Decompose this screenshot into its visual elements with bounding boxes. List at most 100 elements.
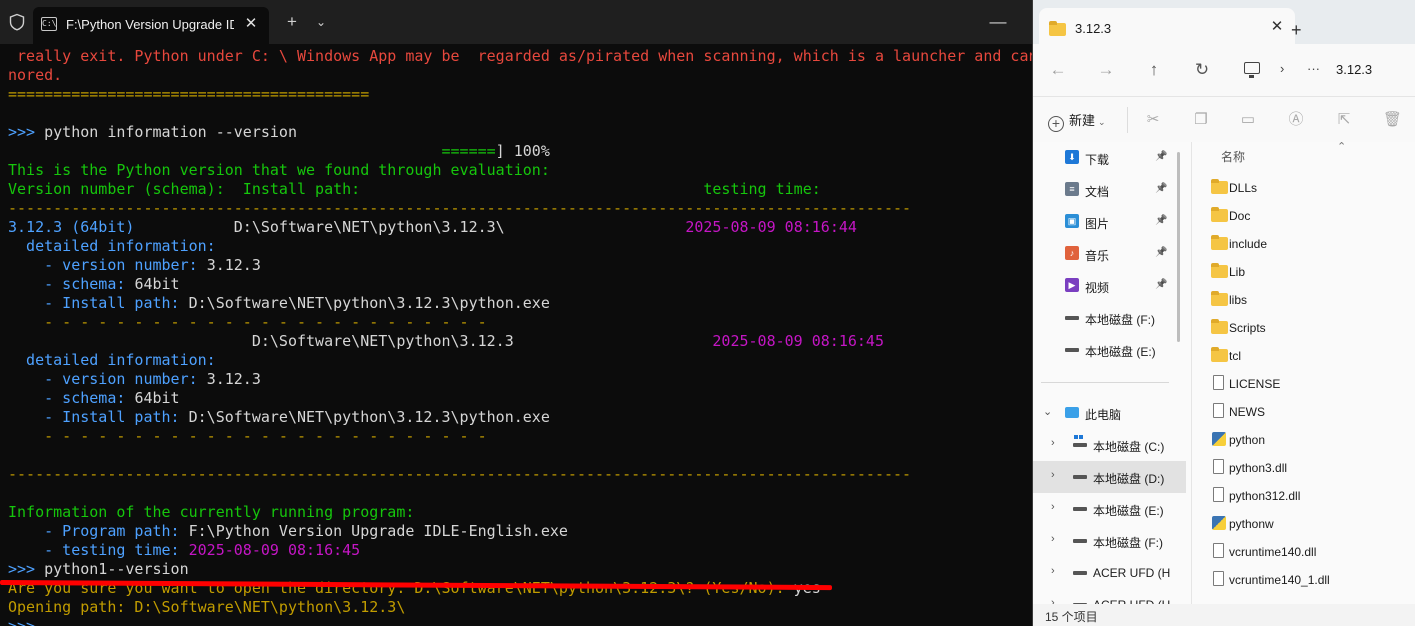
close-icon[interactable]: ✕ [241, 14, 261, 34]
pin-icon[interactable]: 📌 [1155, 247, 1167, 258]
file-name: DLLs [1229, 181, 1258, 195]
folder-item[interactable]: Doc [1211, 201, 1411, 229]
new-button[interactable]: + 新建 ⌄ [1048, 110, 1106, 132]
folder-item[interactable]: DLLs [1211, 173, 1411, 201]
terminal-text: - Program path: [8, 522, 189, 540]
quick-access-item[interactable]: ▣ 图片 📌 [1033, 206, 1186, 238]
file-name: Doc [1229, 209, 1251, 223]
forward-arrow-icon[interactable]: → [1095, 59, 1117, 81]
terminal-output[interactable]: really exit. Python under C: \ Windows A… [8, 47, 1032, 626]
tree-item[interactable]: › 本地磁盘 (F:) [1033, 525, 1186, 557]
terminal-line: ======================================== [8, 85, 1032, 104]
terminal-text: D:\Software\NET\python\3.12.3 [8, 332, 713, 350]
chevron-right-icon[interactable]: › [1280, 61, 1284, 76]
computer-icon[interactable] [1244, 62, 1260, 78]
new-tab-button[interactable]: + [282, 12, 302, 32]
quick-access-item[interactable]: ♪ 音乐 📌 [1033, 238, 1186, 270]
terminal-line: >>> python1--version [8, 560, 1032, 579]
tree-item[interactable]: › ACER UFD (H [1033, 557, 1186, 589]
column-header-name[interactable]: 名称 [1221, 148, 1245, 165]
file-name: Scripts [1229, 321, 1266, 335]
python-icon [1212, 516, 1226, 530]
delete-icon[interactable]: 🗑 [1383, 111, 1402, 129]
folder-icon [1211, 179, 1228, 194]
tree-item[interactable]: ⌄ 此电脑 [1033, 397, 1186, 429]
file-item[interactable]: vcruntime140_1.dll [1211, 565, 1411, 593]
share-icon[interactable]: ⇱ [1335, 111, 1353, 129]
status-bar: 15 个项目 [1033, 604, 1415, 626]
terminal-tab[interactable]: C:\ F:\Python Version Upgrade IDL ✕ [33, 7, 269, 44]
tree-item[interactable]: › 本地磁盘 (E:) [1033, 493, 1186, 525]
pictures-icon: ▣ [1065, 214, 1079, 228]
quick-access-item[interactable]: ⬇ 下载 📌 [1033, 142, 1186, 174]
pin-icon[interactable]: 📌 [1155, 215, 1167, 226]
chevron-right-icon[interactable]: › [1051, 501, 1055, 513]
chevron-down-icon[interactable]: ⌄ [1043, 405, 1052, 418]
file-item[interactable]: python3.dll [1211, 453, 1411, 481]
chevron-right-icon[interactable]: › [1051, 597, 1055, 604]
pin-icon[interactable]: 📌 [1155, 279, 1167, 290]
terminal-text: ======================================== [8, 85, 370, 103]
paste-icon[interactable]: ▭ [1239, 111, 1257, 129]
pin-icon[interactable]: 📌 [1155, 151, 1167, 162]
file-icon [1213, 375, 1224, 390]
folder-item[interactable]: Scripts [1211, 313, 1411, 341]
explorer-tab-title: 3.12.3 [1075, 21, 1112, 36]
cut-icon[interactable]: ✂ [1144, 111, 1162, 129]
quick-access-item[interactable]: 本地磁盘 (E:) [1033, 334, 1186, 366]
file-item[interactable]: python [1211, 425, 1411, 453]
folder-icon [1211, 319, 1228, 334]
back-arrow-icon[interactable]: ← [1047, 59, 1069, 81]
folder-item[interactable]: Lib [1211, 257, 1411, 285]
folder-item[interactable]: tcl [1211, 341, 1411, 369]
file-list[interactable]: ⌃ 名称 DLLs Doc include Lib libs Scripts tcl LICE… [1191, 142, 1415, 604]
terminal-text: 64bit [134, 389, 180, 407]
tree-item-label: 本地磁盘 (D:) [1093, 472, 1165, 486]
file-item[interactable]: NEWS [1211, 397, 1411, 425]
terminal-text: This is the Python version that we found… [8, 161, 550, 179]
pin-icon[interactable]: 📌 [1155, 183, 1167, 194]
terminal-text: D:\Software\NET\python\3.12.3\python.exe [188, 294, 550, 312]
terminal-line: - version number: 3.12.3 [8, 370, 1032, 389]
file-item[interactable]: LICENSE [1211, 369, 1411, 397]
file-name: include [1229, 237, 1268, 251]
file-name: Lib [1229, 265, 1246, 279]
address-path[interactable]: 3.12.3 [1336, 62, 1372, 77]
quick-access-item[interactable]: 本地磁盘 (F:) [1033, 302, 1186, 334]
terminal-text: >>> [8, 560, 45, 578]
up-arrow-icon[interactable]: ↑ [1143, 59, 1165, 81]
tree-item[interactable]: › 本地磁盘 (D:) [1033, 461, 1186, 493]
rename-icon[interactable]: Ⓐ [1287, 111, 1305, 129]
explorer-tab[interactable]: 3.12.3 ✕ [1039, 8, 1295, 44]
file-item[interactable]: python312.dll [1211, 481, 1411, 509]
terminal-text: - Install path: [8, 408, 189, 426]
chevron-right-icon[interactable]: › [1051, 533, 1055, 545]
new-tab-button[interactable]: + [1291, 20, 1302, 41]
terminal-line: Opening path: D:\Software\NET\python\3.1… [8, 598, 1032, 617]
terminal-text: Version number (schema): Install path: t… [8, 180, 821, 198]
refresh-icon[interactable]: ↻ [1191, 59, 1213, 81]
tree-item-label: ACER UFD (H [1093, 566, 1171, 580]
tree-item[interactable]: › 本地磁盘 (C:) [1033, 429, 1186, 461]
folder-item[interactable]: include [1211, 229, 1411, 257]
navigation-pane[interactable]: ⬇ 下载 📌 ≡ 文档 📌 ▣ 图片 📌 ♪ 音乐 📌 ▶ 视频 📌 本地磁盘 (F:) 本地磁盘 (E:) ⌄ 此… [1033, 142, 1186, 604]
chevron-down-icon[interactable]: ⌄ [311, 12, 331, 32]
close-icon[interactable]: ✕ [1267, 17, 1287, 35]
address-more[interactable]: ··· [1307, 61, 1320, 76]
folder-item[interactable]: libs [1211, 285, 1411, 313]
quick-access-label: 视频 [1085, 281, 1110, 295]
file-item[interactable]: pythonw [1211, 509, 1411, 537]
scrollbar[interactable] [1177, 152, 1180, 342]
folder-icon [1211, 207, 1228, 222]
terminal-line: really exit. Python under C: \ Windows A… [8, 47, 1032, 66]
tree-item[interactable]: ›ACER UFD (H [1033, 589, 1186, 604]
quick-access-item[interactable]: ▶ 视频 📌 [1033, 270, 1186, 302]
quick-access-item[interactable]: ≡ 文档 📌 [1033, 174, 1186, 206]
file-icon [1213, 403, 1224, 418]
minimize-button[interactable]: — [988, 12, 1008, 32]
file-item[interactable]: vcruntime140.dll [1211, 537, 1411, 565]
copy-icon[interactable]: ❐ [1192, 111, 1210, 129]
chevron-right-icon[interactable]: › [1051, 469, 1055, 481]
chevron-right-icon[interactable]: › [1051, 437, 1055, 449]
chevron-right-icon[interactable]: › [1051, 565, 1055, 577]
